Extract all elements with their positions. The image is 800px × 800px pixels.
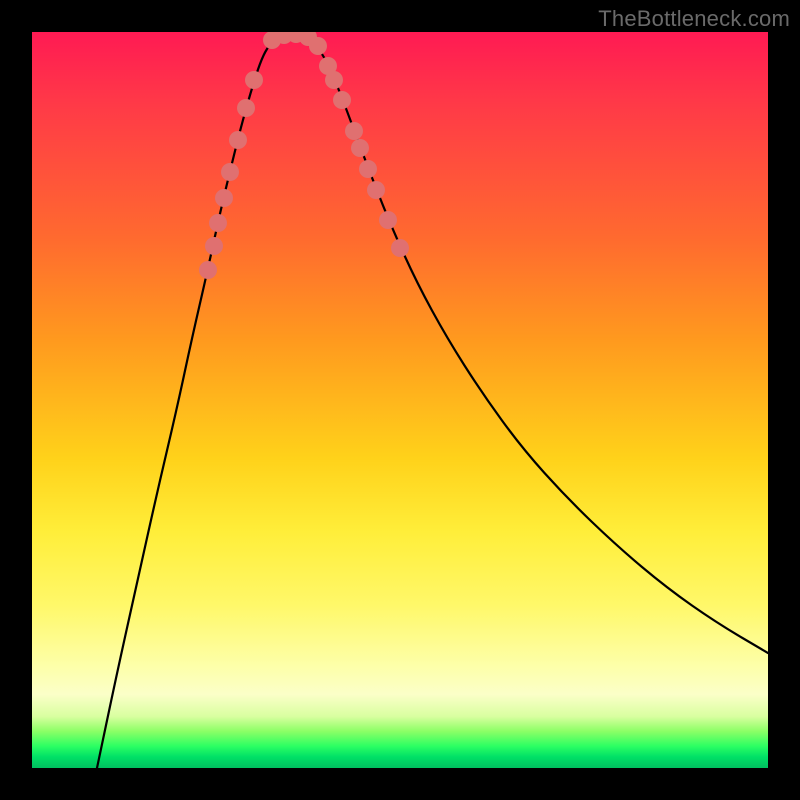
left-cluster-marker: [237, 99, 255, 117]
left-cluster-marker: [215, 189, 233, 207]
curve-left: [97, 32, 292, 768]
left-cluster-marker: [229, 131, 247, 149]
left-cluster-marker: [205, 237, 223, 255]
right-cluster-marker: [359, 160, 377, 178]
watermark-text: TheBottleneck.com: [598, 6, 790, 32]
chart-frame: TheBottleneck.com: [0, 0, 800, 800]
bottom-cluster-marker: [309, 37, 327, 55]
curve-right: [292, 32, 768, 653]
left-cluster-marker: [245, 71, 263, 89]
chart-svg: [32, 32, 768, 768]
right-cluster-marker: [391, 239, 409, 257]
right-cluster-marker: [367, 181, 385, 199]
right-cluster-marker: [333, 91, 351, 109]
left-cluster-marker: [209, 214, 227, 232]
bottleneck-curve: [97, 32, 768, 768]
data-markers: [199, 32, 409, 279]
left-cluster-marker: [199, 261, 217, 279]
right-cluster-marker: [345, 122, 363, 140]
right-cluster-marker: [325, 71, 343, 89]
plot-area: [32, 32, 768, 768]
left-cluster-marker: [221, 163, 239, 181]
right-cluster-marker: [379, 211, 397, 229]
right-cluster-marker: [351, 139, 369, 157]
